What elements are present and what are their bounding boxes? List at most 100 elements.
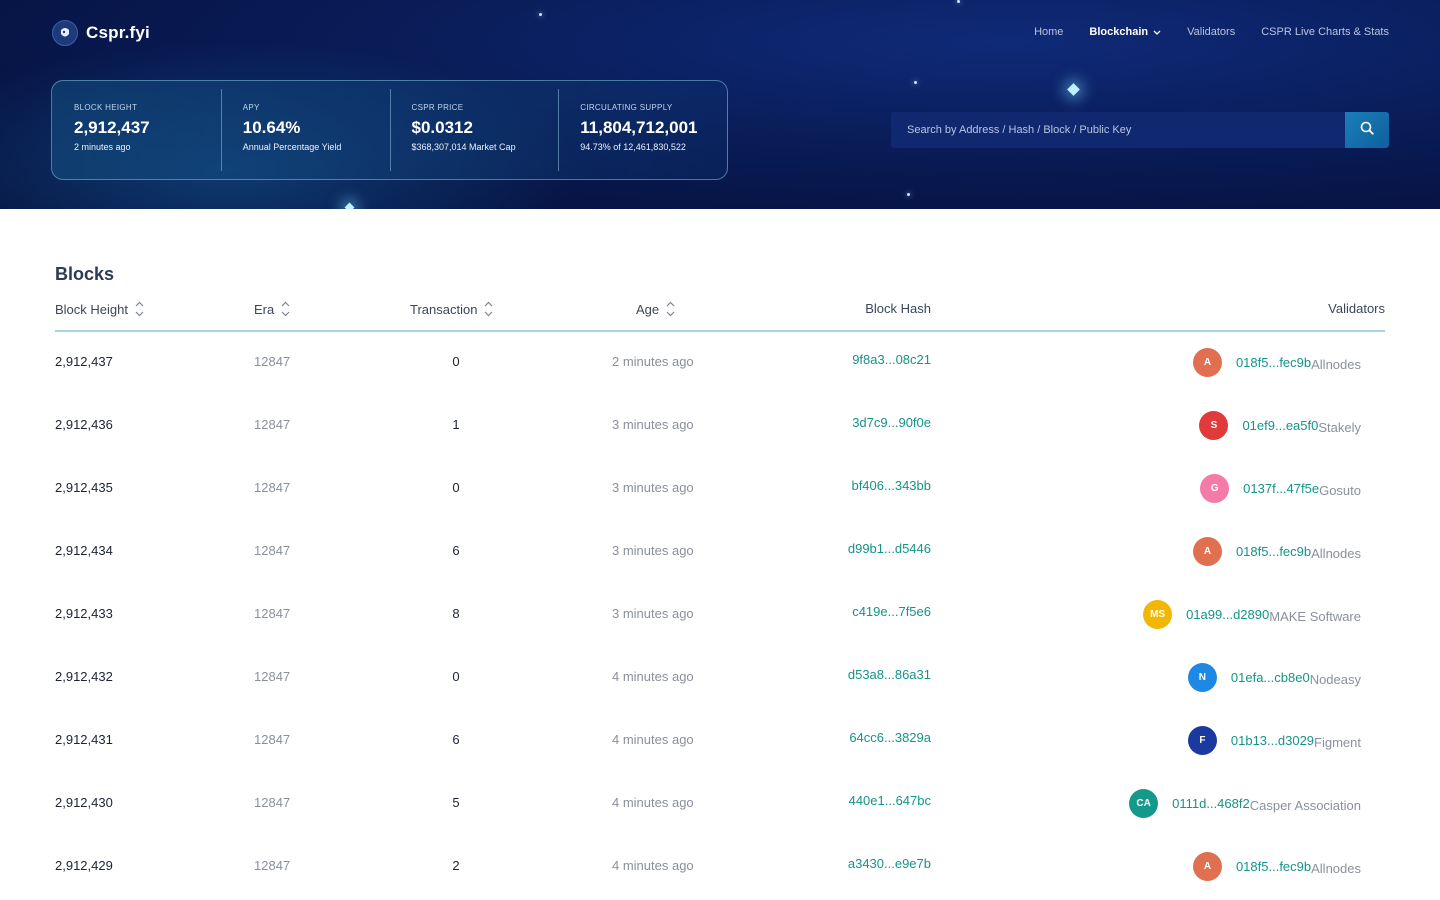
block-height[interactable]: 2,912,433 bbox=[55, 606, 113, 621]
col-block-height[interactable]: Block Height bbox=[55, 301, 144, 317]
validator-key-link[interactable]: 018f5...fec9b bbox=[1236, 355, 1311, 370]
col-era[interactable]: Era bbox=[254, 301, 290, 317]
search-input[interactable] bbox=[891, 112, 1345, 148]
block-height[interactable]: 2,912,434 bbox=[55, 543, 113, 558]
col-label: Block Height bbox=[55, 301, 128, 317]
validator-avatar: N bbox=[1187, 663, 1217, 692]
validator-key-link[interactable]: 01ef9...ea5f0 bbox=[1242, 418, 1318, 433]
block-height[interactable]: 2,912,431 bbox=[55, 732, 113, 747]
block-hash-link[interactable]: d53a8...86a31 bbox=[848, 667, 931, 682]
era: 12847 bbox=[254, 606, 291, 621]
col-label: Block Hash bbox=[865, 301, 931, 316]
logo-text: Cspr.fyi bbox=[86, 23, 150, 42]
block-height[interactable]: 2,912,430 bbox=[55, 795, 113, 810]
blocks-title: Blocks bbox=[55, 264, 115, 284]
era: 12847 bbox=[254, 858, 291, 873]
validator-key-link[interactable]: 01efa...cb8e0 bbox=[1231, 670, 1310, 685]
block-hash-link[interactable]: 64cc6...3829a bbox=[849, 730, 931, 745]
validator: S 01ef9...ea5f0 Stakely bbox=[1199, 411, 1361, 440]
logo-icon bbox=[52, 20, 78, 46]
validator-name: Nodeasy bbox=[1309, 672, 1361, 687]
validator-key-link[interactable]: 0137f...47f5e bbox=[1243, 481, 1319, 496]
chevron-down-icon bbox=[1153, 28, 1161, 38]
col-label: Era bbox=[254, 301, 275, 317]
age: 4 minutes ago bbox=[612, 669, 694, 684]
col-label: Validators bbox=[1328, 301, 1385, 316]
block-hash-link[interactable]: 440e1...647bc bbox=[849, 793, 931, 808]
era: 12847 bbox=[254, 669, 291, 684]
transaction-count: 2 bbox=[452, 858, 460, 873]
validator: A 018f5...fec9b Allnodes bbox=[1192, 537, 1361, 566]
block-height[interactable]: 2,912,432 bbox=[55, 669, 113, 684]
blocks-table: Block Height Era Transaction Age Block H… bbox=[55, 295, 1385, 899]
validator: A 018f5...fec9b Allnodes bbox=[1192, 348, 1361, 377]
network-stats-card: BLOCK HEIGHT 2,912,437 2 minutes ago APY… bbox=[51, 80, 728, 180]
validator: CA 0111d...468f2 Casper Association bbox=[1129, 789, 1361, 818]
validator-key-link[interactable]: 01a99...d2890 bbox=[1186, 607, 1269, 622]
validator-name: MAKE Software bbox=[1269, 609, 1361, 624]
table-header: Block Height Era Transaction Age Block H… bbox=[55, 295, 1385, 332]
validator: G 0137f...47f5e Gosuto bbox=[1200, 474, 1361, 503]
age: 3 minutes ago bbox=[612, 480, 694, 495]
col-age[interactable]: Age bbox=[636, 301, 675, 317]
block-hash-link[interactable]: d99b1...d5446 bbox=[848, 541, 931, 556]
age: 4 minutes ago bbox=[612, 795, 694, 810]
validator-key-link[interactable]: 018f5...fec9b bbox=[1236, 859, 1311, 874]
sort-icon bbox=[135, 301, 144, 317]
validator-name: Stakely bbox=[1318, 420, 1361, 435]
star-decoration bbox=[914, 81, 917, 84]
validator-name: Casper Association bbox=[1249, 798, 1361, 813]
nav-home[interactable]: Home bbox=[1034, 26, 1063, 38]
transaction-count: 0 bbox=[452, 669, 460, 684]
era: 12847 bbox=[254, 543, 291, 558]
block-hash-link[interactable]: a3430...e9e7b bbox=[848, 856, 931, 871]
validator-key-link[interactable]: 01b13...d3029 bbox=[1231, 733, 1314, 748]
logo[interactable]: Cspr.fyi bbox=[52, 20, 150, 46]
table-row: 2,912,433 12847 8 3 minutes ago c419e...… bbox=[55, 584, 1385, 647]
validator-key-link[interactable]: 0111d...468f2 bbox=[1172, 796, 1250, 811]
stat-sub: $368,307,014 Market Cap bbox=[411, 142, 516, 152]
stat-circulating-supply: CIRCULATING SUPPLY 11,804,712,001 94.73%… bbox=[558, 81, 727, 179]
col-transaction[interactable]: Transaction bbox=[410, 301, 493, 317]
block-hash-link[interactable]: 9f8a3...08c21 bbox=[852, 352, 931, 367]
validator-avatar: A bbox=[1192, 852, 1222, 881]
nav-blockchain[interactable]: Blockchain bbox=[1089, 26, 1161, 38]
search-button[interactable] bbox=[1345, 112, 1389, 148]
main-nav: Home Blockchain Validators CSPR Live Cha… bbox=[1034, 26, 1389, 38]
table-row: 2,912,436 12847 1 3 minutes ago 3d7c9...… bbox=[55, 395, 1385, 458]
age: 3 minutes ago bbox=[612, 417, 694, 432]
stat-cspr-price: CSPR PRICE $0.0312 $368,307,014 Market C… bbox=[389, 81, 559, 179]
block-height[interactable]: 2,912,436 bbox=[55, 417, 113, 432]
nav-stats[interactable]: CSPR Live Charts & Stats bbox=[1261, 26, 1389, 38]
stat-sub: Annual Percentage Yield bbox=[242, 142, 342, 152]
block-height[interactable]: 2,912,435 bbox=[55, 480, 113, 495]
sort-icon bbox=[484, 301, 493, 317]
nav-validators[interactable]: Validators bbox=[1187, 26, 1235, 38]
transaction-count: 6 bbox=[452, 732, 460, 747]
block-hash-link[interactable]: 3d7c9...90f0e bbox=[852, 415, 931, 430]
table-row: 2,912,431 12847 6 4 minutes ago 64cc6...… bbox=[55, 710, 1385, 773]
validator-key-link[interactable]: 018f5...fec9b bbox=[1236, 544, 1311, 559]
transaction-count: 0 bbox=[452, 354, 460, 369]
validator-name: Gosuto bbox=[1319, 483, 1361, 498]
validator: MS 01a99...d2890 MAKE Software bbox=[1143, 600, 1361, 629]
stat-value: 11,804,712,001 bbox=[580, 118, 698, 137]
validator-avatar: A bbox=[1192, 348, 1222, 377]
block-hash-link[interactable]: c419e...7f5e6 bbox=[852, 604, 931, 619]
block-height[interactable]: 2,912,437 bbox=[55, 354, 113, 369]
block-hash-link[interactable]: bf406...343bb bbox=[851, 478, 931, 493]
validator-name: Allnodes bbox=[1311, 357, 1361, 372]
age: 3 minutes ago bbox=[612, 606, 694, 621]
stat-label: BLOCK HEIGHT bbox=[74, 103, 138, 112]
sort-icon bbox=[666, 301, 675, 317]
table-row: 2,912,437 12847 0 2 minutes ago 9f8a3...… bbox=[55, 332, 1385, 395]
age: 4 minutes ago bbox=[612, 732, 694, 747]
star-decoration bbox=[539, 13, 542, 16]
block-height[interactable]: 2,912,429 bbox=[55, 858, 113, 873]
era: 12847 bbox=[254, 795, 291, 810]
stat-value: 10.64% bbox=[242, 118, 301, 137]
stat-label: CSPR PRICE bbox=[411, 103, 464, 112]
validator-name: Allnodes bbox=[1311, 546, 1361, 561]
stat-value: 2,912,437 bbox=[74, 118, 150, 137]
transaction-count: 6 bbox=[452, 543, 460, 558]
